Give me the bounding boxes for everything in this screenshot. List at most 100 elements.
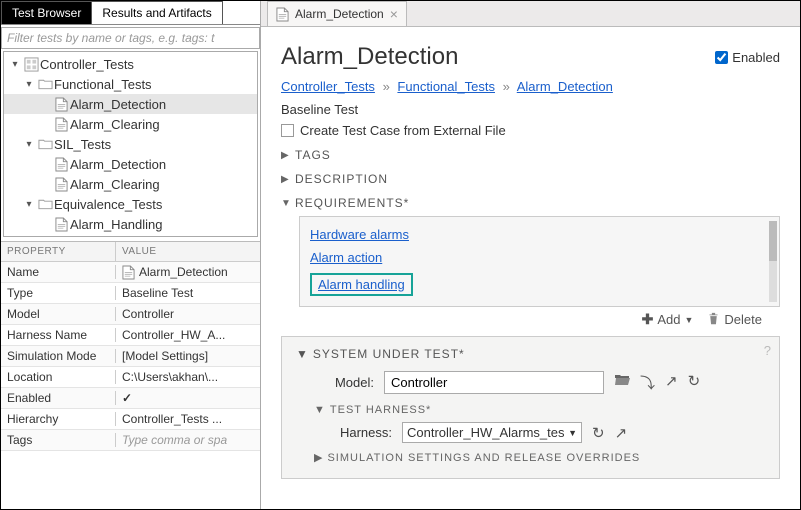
tab-results-artifacts[interactable]: Results and Artifacts xyxy=(91,1,222,24)
checkbox-icon[interactable] xyxy=(281,124,294,137)
open-model-icon[interactable]: ↗ xyxy=(665,372,678,393)
tree-label: Alarm_Handling xyxy=(70,217,163,232)
open-harness-icon[interactable]: ↗ xyxy=(615,424,628,442)
left-panel: Test Browser Results and Artifacts ▾ Con… xyxy=(1,1,261,509)
tree-node-sil-tests[interactable]: ▾ SIL_Tests xyxy=(4,134,257,154)
requirement-link[interactable]: Hardware alarms xyxy=(310,227,409,242)
tree-label: Alarm_Clearing xyxy=(70,117,160,132)
harness-select[interactable]: Controller_HW_Alarms_tes ▼ xyxy=(402,422,582,443)
browse-folder-icon[interactable] xyxy=(614,372,630,393)
prop-row-model: Model Controller xyxy=(1,304,260,325)
caret-right-icon: ▶ xyxy=(281,174,291,185)
close-icon[interactable]: × xyxy=(390,6,398,22)
help-icon[interactable]: ? xyxy=(764,343,771,358)
harness-value: Controller_HW_Alarms_tes xyxy=(407,425,565,440)
tree-node-functional-tests[interactable]: ▾ Functional_Tests xyxy=(4,74,257,94)
model-input[interactable] xyxy=(384,371,604,394)
refresh-icon[interactable]: ↻ xyxy=(688,372,701,393)
breadcrumb-link[interactable]: Alarm_Detection xyxy=(517,79,613,94)
page-title: Alarm_Detection xyxy=(281,43,458,71)
tree-node-alarm-handling[interactable]: Alarm_Handling xyxy=(4,214,257,234)
editor-content: Alarm_Detection Enabled Controller_Tests… xyxy=(261,27,800,509)
tags-input[interactable] xyxy=(122,433,254,447)
enabled-checkbox[interactable]: Enabled xyxy=(715,50,780,65)
prop-row-type: Type Baseline Test xyxy=(1,283,260,304)
tree-node-sil-alarm-clearing[interactable]: Alarm_Clearing xyxy=(4,174,257,194)
section-requirements[interactable]: ▼REQUIREMENTS* xyxy=(281,196,780,210)
chevron-down-icon: ▼ xyxy=(568,428,577,438)
section-test-harness[interactable]: ▼TEST HARNESS* xyxy=(314,404,765,416)
tree-label: Functional_Tests xyxy=(54,77,152,92)
folder-icon xyxy=(36,138,54,150)
breadcrumb-sep: » xyxy=(503,79,510,94)
caret-down-icon: ▼ xyxy=(296,347,309,361)
collapse-icon[interactable]: ▾ xyxy=(22,199,36,210)
breadcrumb-link[interactable]: Controller_Tests xyxy=(281,79,375,94)
document-icon xyxy=(52,157,70,172)
add-button[interactable]: ✚Add▼ xyxy=(642,311,694,328)
create-external-row[interactable]: Create Test Case from External File xyxy=(281,123,780,138)
tree-node-equivalence-tests[interactable]: ▾ Equivalence_Tests xyxy=(4,194,257,214)
document-icon xyxy=(122,265,135,280)
tree-node-sil-alarm-detection[interactable]: Alarm_Detection xyxy=(4,154,257,174)
requirement-item[interactable]: Alarm action xyxy=(310,246,769,269)
collapse-icon[interactable]: ▾ xyxy=(8,59,22,70)
prop-value[interactable]: Controller_HW_A... xyxy=(116,328,260,342)
editor-tab-alarm-detection[interactable]: Alarm_Detection × xyxy=(267,1,407,26)
prop-value: Alarm_Detection xyxy=(139,265,228,279)
section-tags[interactable]: ▶TAGS xyxy=(281,148,780,162)
prop-value[interactable]: Baseline Test xyxy=(116,286,260,300)
right-panel: Alarm_Detection × Alarm_Detection Enable… xyxy=(261,1,800,509)
check-icon: ✓ xyxy=(122,391,132,405)
prop-row-simmode: Simulation Mode [Model Settings] xyxy=(1,346,260,367)
collapse-icon[interactable]: ▾ xyxy=(22,79,36,90)
collapse-icon[interactable]: ▾ xyxy=(22,139,36,150)
system-under-test-box: ? ▼SYSTEM UNDER TEST* Model: ⤵ ↗ ↻ ▼TEST… xyxy=(281,336,780,479)
requirement-link[interactable]: Alarm handling xyxy=(310,273,413,296)
enabled-checkbox-input[interactable] xyxy=(715,51,728,64)
editor-tab-label: Alarm_Detection xyxy=(295,7,384,21)
requirement-item-highlighted[interactable]: Alarm handling xyxy=(310,269,769,300)
harness-label: Harness: xyxy=(332,425,392,440)
tab-test-browser[interactable]: Test Browser xyxy=(1,1,92,24)
prop-value[interactable]: [Model Settings] xyxy=(116,349,260,363)
scrollbar-thumb[interactable] xyxy=(769,221,777,261)
filter-input[interactable] xyxy=(1,27,260,49)
property-col-header: PROPERTY xyxy=(1,242,116,261)
chevron-down-icon: ▼ xyxy=(685,315,694,325)
prop-row-harness: Harness Name Controller_HW_A... xyxy=(1,325,260,346)
section-sut[interactable]: ▼SYSTEM UNDER TEST* xyxy=(296,347,765,361)
requirement-link[interactable]: Alarm action xyxy=(310,250,382,265)
tree-node-alarm-clearing[interactable]: Alarm_Clearing xyxy=(4,114,257,134)
folder-icon xyxy=(36,78,54,90)
prop-value[interactable]: Controller xyxy=(116,307,260,321)
scrollbar[interactable] xyxy=(769,221,777,302)
test-tree: ▾ Controller_Tests ▾ Functional_Tests Al… xyxy=(3,51,258,237)
caret-down-icon: ▼ xyxy=(281,198,291,209)
create-external-label: Create Test Case from External File xyxy=(300,123,506,138)
prop-value[interactable]: Controller_Tests ... xyxy=(116,412,260,426)
prop-row-tags: Tags xyxy=(1,430,260,451)
section-sim-settings[interactable]: ▶SIMULATION SETTINGS AND RELEASE OVERRID… xyxy=(314,451,765,464)
use-current-model-icon[interactable]: ⤵ xyxy=(640,372,655,393)
requirements-box: Hardware alarms Alarm action Alarm handl… xyxy=(299,216,780,307)
tree-node-alarm-detection[interactable]: Alarm_Detection xyxy=(4,94,257,114)
enabled-label: Enabled xyxy=(732,50,780,65)
tree-label: Controller_Tests xyxy=(40,57,134,72)
suite-icon xyxy=(22,57,40,72)
value-col-header: VALUE xyxy=(116,242,260,261)
tree-label: Alarm_Detection xyxy=(70,157,166,172)
prop-value[interactable]: C:\Users\akhan\... xyxy=(116,370,260,384)
requirement-item[interactable]: Hardware alarms xyxy=(310,223,769,246)
test-type-label: Baseline Test xyxy=(281,102,780,117)
breadcrumb-link[interactable]: Functional_Tests xyxy=(397,79,495,94)
refresh-icon[interactable]: ↻ xyxy=(592,424,605,442)
folder-icon xyxy=(36,198,54,210)
editor-tabbar: Alarm_Detection × xyxy=(261,1,800,27)
tree-node-controller-tests[interactable]: ▾ Controller_Tests xyxy=(4,54,257,74)
delete-button[interactable]: Delete xyxy=(707,311,762,328)
requirement-actions: ✚Add▼ Delete xyxy=(281,311,762,328)
document-icon xyxy=(52,177,70,192)
prop-row-location: Location C:\Users\akhan\... xyxy=(1,367,260,388)
section-description[interactable]: ▶DESCRIPTION xyxy=(281,172,780,186)
